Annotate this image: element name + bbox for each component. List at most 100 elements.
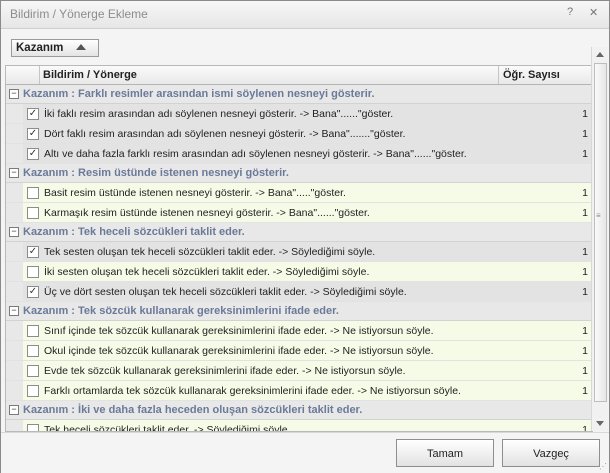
table-row[interactable]: ✓ İki faklı resim arasından adı söylenen … bbox=[6, 104, 592, 124]
row-indent bbox=[6, 361, 23, 380]
row-indent bbox=[6, 203, 23, 222]
row-indent bbox=[6, 124, 23, 143]
table-row[interactable]: Evde tek sözcük kullanarak gereksinimler… bbox=[6, 361, 592, 381]
table-row[interactable]: Basit resim üstünde istenen nesneyi göst… bbox=[6, 183, 592, 203]
row-text: Altı ve daha fazla farklı resim arasında… bbox=[44, 148, 467, 160]
collapse-icon[interactable]: − bbox=[9, 405, 19, 415]
row-count: 1 bbox=[582, 325, 588, 337]
row-count: 1 bbox=[582, 266, 588, 278]
checked-checkbox[interactable]: ✓ bbox=[27, 286, 39, 298]
collapse-icon[interactable]: − bbox=[9, 168, 19, 178]
row-indent bbox=[6, 420, 23, 431]
table-row[interactable]: İki sesten oluşan tek heceli sözcükleri … bbox=[6, 262, 592, 282]
collapse-icon[interactable]: − bbox=[9, 227, 19, 237]
header-checkbox-cell bbox=[6, 66, 40, 84]
row-indent bbox=[6, 183, 23, 202]
row-count: 1 bbox=[582, 128, 588, 140]
header-text-column[interactable]: Bildirim / Yönerge bbox=[43, 69, 137, 81]
group-chip-kazanim[interactable]: Kazanım bbox=[11, 39, 99, 57]
table-row[interactable]: Tek heceli sözcükleri taklit eder. -> Sö… bbox=[6, 420, 592, 432]
checked-checkbox[interactable]: ✓ bbox=[27, 108, 39, 120]
group-label: Kazanım : Resim üstünde istenen nesneyi … bbox=[23, 167, 289, 179]
row-indent bbox=[6, 321, 23, 340]
row-text: Tek sesten oluşan tek heceli sözcükleri … bbox=[44, 246, 376, 258]
row-count: 1 bbox=[582, 187, 588, 199]
table-row[interactable]: Karmaşık resim üstünde istenen nesneyi g… bbox=[6, 203, 592, 223]
vertical-scrollbar[interactable]: ≡ bbox=[591, 47, 608, 431]
row-count: 1 bbox=[582, 246, 588, 258]
table-row[interactable]: Sınıf içinde tek sözcük kullanarak gerek… bbox=[6, 321, 592, 341]
checked-checkbox[interactable]: ✓ bbox=[27, 128, 39, 140]
group-label: Kazanım : Tek sözcük kullanarak gereksin… bbox=[23, 305, 339, 317]
row-count: 1 bbox=[582, 345, 588, 357]
dialog-footer: Tamam Vazgeç ⋰ bbox=[1, 432, 609, 473]
table-row[interactable]: ✓ Altı ve daha fazla farklı resim arasınd… bbox=[6, 144, 592, 164]
unchecked-checkbox[interactable] bbox=[27, 365, 39, 377]
group-row[interactable]: − Kazanım : Tek heceli sözcükleri taklit … bbox=[6, 223, 592, 242]
row-count: 1 bbox=[582, 148, 588, 160]
scroll-up-icon[interactable] bbox=[596, 52, 604, 57]
table-row[interactable]: Farklı ortamlarda tek sözcük kullanarak … bbox=[6, 381, 592, 401]
resize-grip-icon[interactable]: ⋰ bbox=[599, 462, 607, 471]
unchecked-checkbox[interactable] bbox=[27, 385, 39, 397]
group-row[interactable]: − Kazanım : Farklı resimler arasından ism… bbox=[6, 85, 592, 104]
unchecked-checkbox[interactable] bbox=[27, 187, 39, 199]
row-count: 1 bbox=[582, 385, 588, 397]
scroll-thumb[interactable] bbox=[594, 63, 607, 402]
header-divider bbox=[498, 66, 499, 84]
data-grid: Bildirim / Yönerge Öğr. Sayısı − Kazanım … bbox=[5, 65, 593, 432]
group-chip-label: Kazanım bbox=[16, 42, 64, 54]
unchecked-checkbox[interactable] bbox=[27, 266, 39, 278]
row-count: 1 bbox=[582, 365, 588, 377]
scroll-grip-icon: ≡ bbox=[596, 211, 601, 220]
group-row[interactable]: − Kazanım : Resim üstünde istenen nesneyi… bbox=[6, 164, 592, 183]
row-text: Basit resim üstünde istenen nesneyi göst… bbox=[44, 187, 346, 199]
sort-ascending-icon bbox=[76, 44, 86, 50]
unchecked-checkbox[interactable] bbox=[27, 345, 39, 357]
row-indent bbox=[6, 282, 23, 301]
row-indent bbox=[6, 381, 23, 400]
row-indent bbox=[6, 242, 23, 261]
group-by-panel: Kazanım bbox=[8, 34, 592, 62]
collapse-icon[interactable]: − bbox=[9, 89, 19, 99]
checked-checkbox[interactable]: ✓ bbox=[27, 246, 39, 258]
row-text: Sınıf içinde tek sözcük kullanarak gerek… bbox=[44, 325, 434, 337]
unchecked-checkbox[interactable] bbox=[27, 207, 39, 219]
row-text: Dört faklı resim arasından adı söylenen … bbox=[44, 128, 406, 140]
row-text: Üç ve dört sesten oluşan tek heceli sözc… bbox=[44, 286, 407, 298]
window-title: Bildirim / Yönerge Ekleme bbox=[10, 7, 148, 21]
group-label: Kazanım : Tek heceli sözcükleri taklit e… bbox=[23, 226, 245, 238]
title-bar: Bildirim / Yönerge Ekleme ? ✕ bbox=[1, 1, 609, 29]
help-button[interactable]: ? bbox=[567, 6, 573, 18]
close-button[interactable]: ✕ bbox=[589, 6, 598, 19]
group-row[interactable]: − Kazanım : İki ve daha fazla heceden olu… bbox=[6, 401, 592, 420]
grid-header: Bildirim / Yönerge Öğr. Sayısı bbox=[6, 66, 592, 85]
ok-button[interactable]: Tamam bbox=[396, 439, 494, 467]
collapse-icon[interactable]: − bbox=[9, 306, 19, 316]
table-row[interactable]: Okul içinde tek sözcük kullanarak gereks… bbox=[6, 341, 592, 361]
group-label: Kazanım : İki ve daha fazla heceden oluş… bbox=[23, 404, 363, 416]
row-text: İki sesten oluşan tek heceli sözcükleri … bbox=[44, 266, 370, 278]
row-indent bbox=[6, 104, 23, 123]
group-row[interactable]: − Kazanım : Tek sözcük kullanarak gereksi… bbox=[6, 302, 592, 321]
table-row[interactable]: ✓ Üç ve dört sesten oluşan tek heceli söz… bbox=[6, 282, 592, 302]
row-count: 1 bbox=[582, 207, 588, 219]
unchecked-checkbox[interactable] bbox=[27, 424, 39, 431]
row-count: 1 bbox=[582, 424, 588, 432]
row-text: Evde tek sözcük kullanarak gereksinimler… bbox=[44, 365, 406, 377]
row-text: Farklı ortamlarda tek sözcük kullanarak … bbox=[44, 385, 461, 397]
scroll-down-icon[interactable] bbox=[596, 421, 604, 426]
table-row[interactable]: ✓ Dört faklı resim arasından adı söylenen… bbox=[6, 124, 592, 144]
header-count-column[interactable]: Öğr. Sayısı bbox=[503, 69, 560, 81]
row-indent bbox=[6, 341, 23, 360]
row-text: Okul içinde tek sözcük kullanarak gereks… bbox=[44, 345, 434, 357]
group-label: Kazanım : Farklı resimler arasından ismi… bbox=[23, 88, 375, 100]
table-row[interactable]: ✓ Tek sesten oluşan tek heceli sözcükleri… bbox=[6, 242, 592, 262]
row-text: İki faklı resim arasından adı söylenen n… bbox=[44, 108, 394, 120]
cancel-button[interactable]: Vazgeç bbox=[502, 439, 600, 467]
checked-checkbox[interactable]: ✓ bbox=[27, 148, 39, 160]
dialog-window: Bildirim / Yönerge Ekleme ? ✕ Kazanım Bi… bbox=[0, 0, 610, 473]
unchecked-checkbox[interactable] bbox=[27, 325, 39, 337]
row-indent bbox=[6, 144, 23, 163]
row-text: Tek heceli sözcükleri taklit eder. -> Sö… bbox=[44, 424, 291, 432]
